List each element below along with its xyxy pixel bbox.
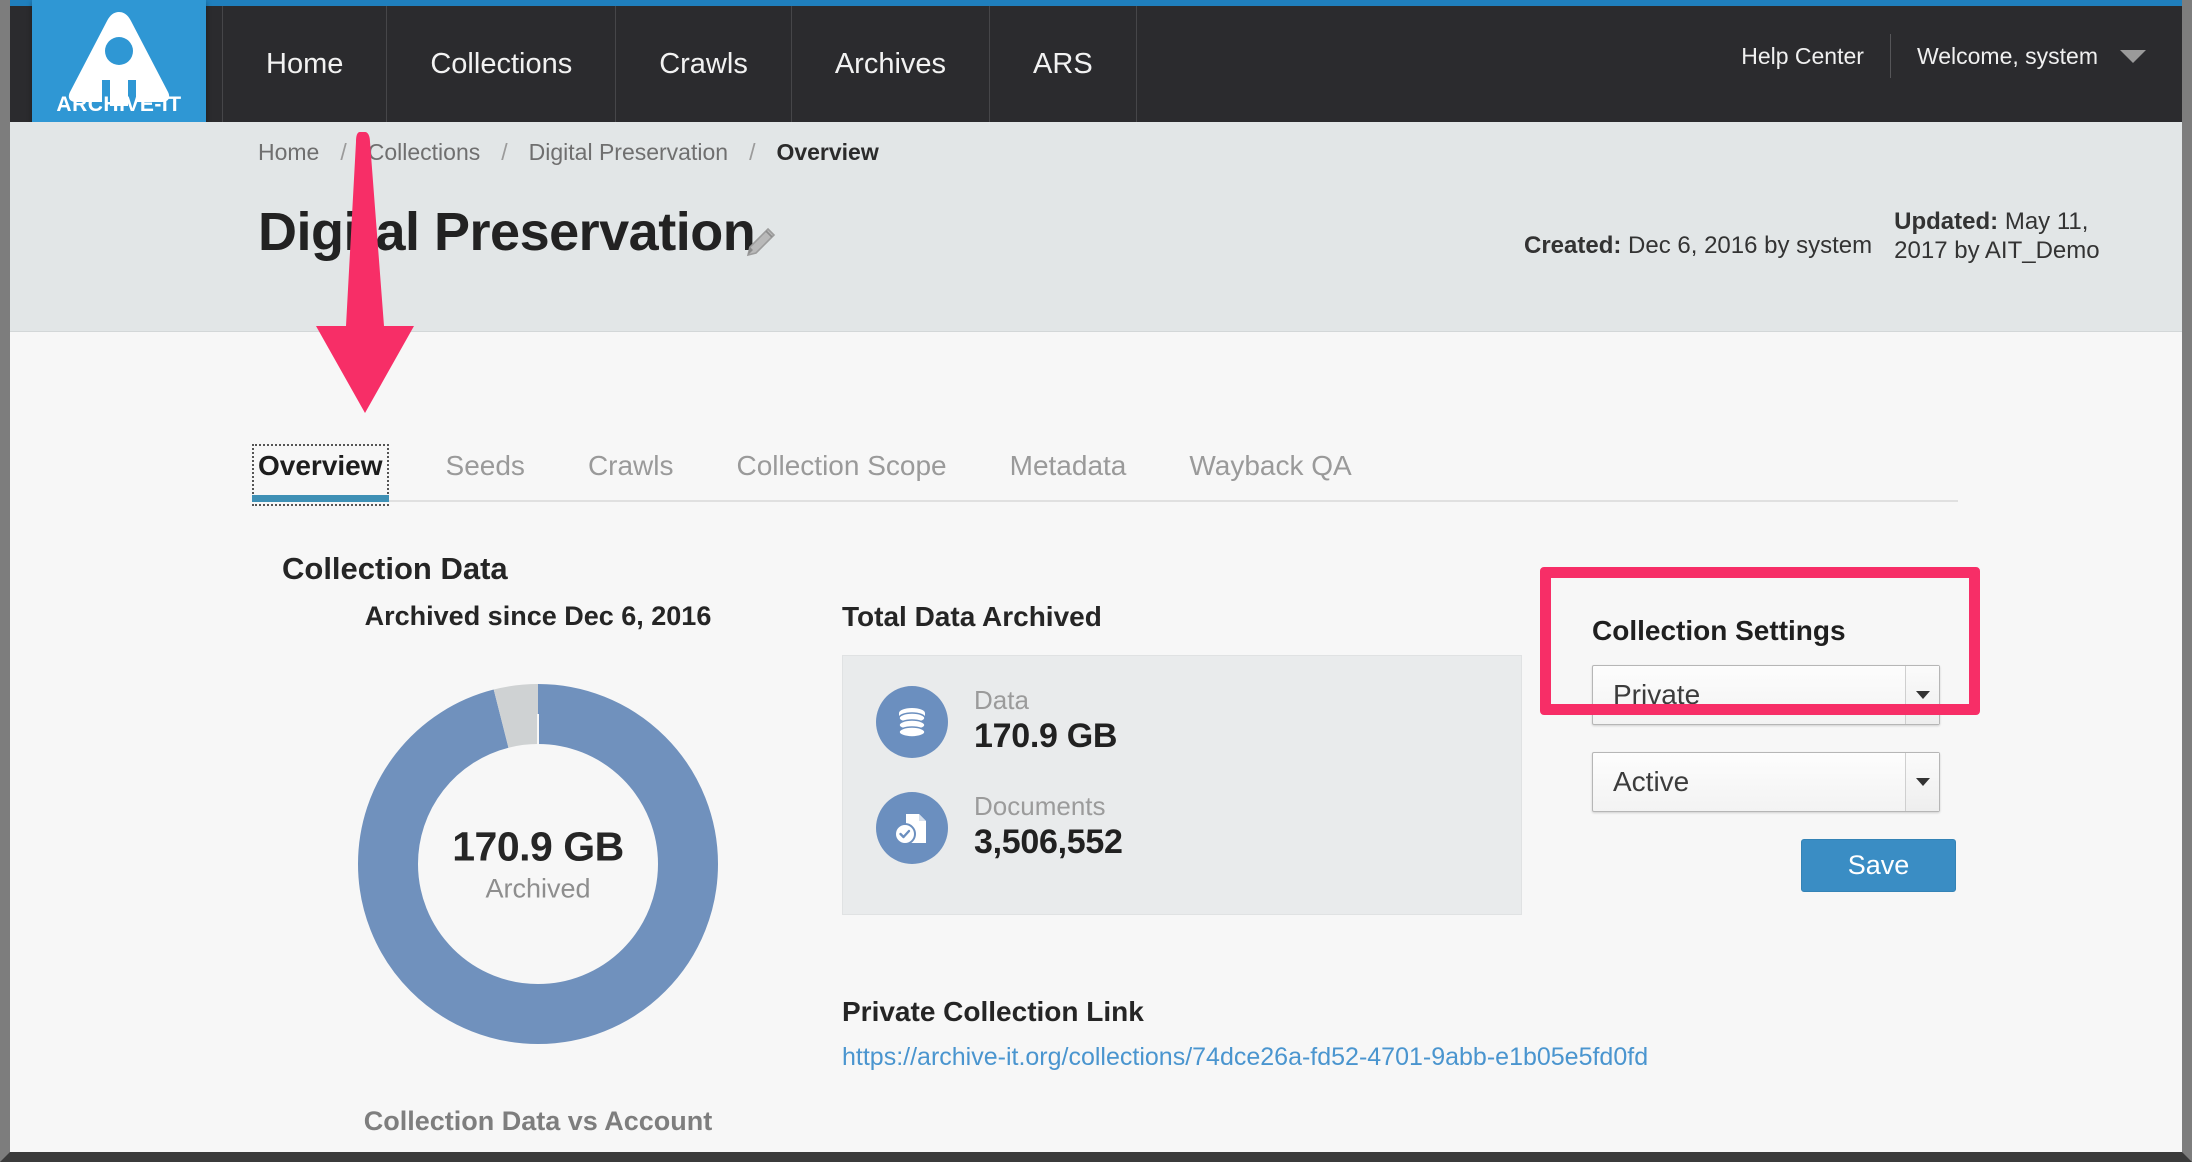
stat-text-data: Data 170.9 GB (974, 686, 1117, 757)
nav-item-home[interactable]: Home (222, 6, 387, 122)
nav-item-crawls[interactable]: Crawls (616, 6, 792, 122)
stat-label: Documents (974, 792, 1123, 821)
tab-metadata[interactable]: Metadata (1010, 450, 1127, 500)
tab-bar: Overview Seeds Crawls Collection Scope M… (258, 430, 1958, 502)
stat-row-documents: Documents 3,506,552 (876, 792, 1521, 864)
tab-overview[interactable]: Overview (258, 450, 383, 500)
total-data-archived-panel: Total Data Archived Data (842, 601, 1522, 915)
stat-label: Data (974, 686, 1117, 715)
updated-label: Updated: (1894, 208, 1998, 235)
browser-viewport: ARCHIVE-IT Home Collections Crawls Archi… (0, 0, 2192, 1162)
collection-metadata: Created: Dec 6, 2016 by system Updated: … (1524, 207, 2144, 266)
user-welcome-label[interactable]: Welcome, system (1891, 43, 2098, 70)
top-navigation-bar: ARCHIVE-IT Home Collections Crawls Archi… (10, 6, 2182, 122)
breadcrumb-item-overview: Overview (776, 139, 878, 166)
breadcrumb-separator: / (319, 139, 367, 166)
stat-text-documents: Documents 3,506,552 (974, 792, 1123, 863)
nav-right-cluster: Help Center Welcome, system (1741, 6, 2146, 106)
stat-value: 3,506,552 (974, 821, 1123, 864)
status-select[interactable]: Active (1592, 752, 1940, 812)
nav-item-archives[interactable]: Archives (792, 6, 990, 122)
breadcrumb-separator: / (728, 139, 776, 166)
tab-collection-scope[interactable]: Collection Scope (737, 450, 947, 500)
breadcrumb-item-digital-preservation[interactable]: Digital Preservation (529, 139, 728, 166)
donut-chart[interactable]: 170.9 GB Archived (328, 654, 748, 1074)
chevron-down-icon (1905, 666, 1939, 724)
collection-settings-panel: Collection Settings Private Active Save (1566, 601, 1956, 812)
section-title-collection-data: Collection Data (282, 551, 508, 587)
panel-title-private-collection-link: Private Collection Link (842, 996, 1144, 1028)
privacy-select-value: Private (1593, 679, 1700, 711)
private-collection-link[interactable]: https://archive-it.org/collections/74dce… (842, 1043, 1648, 1072)
tab-crawls[interactable]: Crawls (588, 450, 674, 500)
database-stack-icon (876, 686, 948, 758)
breadcrumb-item-home[interactable]: Home (258, 139, 319, 166)
nav-item-collections[interactable]: Collections (387, 6, 616, 122)
created-value: Dec 6, 2016 by system (1628, 232, 1872, 259)
page-title: Digital Preservation (258, 201, 755, 263)
panel-title-total-data: Total Data Archived (842, 601, 1522, 633)
created-info: Created: Dec 6, 2016 by system (1524, 207, 1872, 260)
save-button[interactable]: Save (1801, 839, 1956, 892)
document-clock-icon (876, 792, 948, 864)
stat-row-data: Data 170.9 GB (876, 686, 1521, 758)
pencil-icon[interactable] (743, 226, 777, 260)
breadcrumb-separator: / (480, 139, 528, 166)
chevron-down-icon[interactable] (2120, 50, 2146, 63)
chevron-down-icon (1905, 753, 1939, 811)
chart-title: Archived since Dec 6, 2016 (258, 601, 818, 632)
tab-seeds[interactable]: Seeds (446, 450, 525, 500)
archive-it-a-logo-icon (60, 6, 178, 106)
stat-value: 170.9 GB (974, 715, 1117, 758)
privacy-select[interactable]: Private (1592, 665, 1940, 725)
help-center-link[interactable]: Help Center (1741, 43, 1890, 70)
panel-title-collection-settings: Collection Settings (1566, 601, 1956, 647)
logo-wordmark: ARCHIVE-IT (32, 93, 206, 117)
tab-wayback-qa[interactable]: Wayback QA (1189, 450, 1351, 500)
nav-links: Home Collections Crawls Archives ARS (222, 6, 1137, 122)
updated-info: Updated: May 11, 2017 by AIT_Demo (1894, 207, 2144, 266)
main-content: Overview Seeds Crawls Collection Scope M… (10, 333, 2182, 1152)
breadcrumb-item-collections[interactable]: Collections (368, 139, 481, 166)
status-select-value: Active (1593, 766, 1689, 798)
stats-box: Data 170.9 GB Documents (842, 655, 1522, 915)
breadcrumb: Home / Collections / Digital Preservatio… (258, 139, 879, 166)
nav-item-ars[interactable]: ARS (990, 6, 1137, 122)
archive-it-logo[interactable]: ARCHIVE-IT (32, 0, 206, 128)
collection-data-chart-panel: Archived since Dec 6, 2016 170.9 GB Arch… (258, 601, 818, 1137)
donut-chart-svg (328, 654, 748, 1074)
page-subheader: Home / Collections / Digital Preservatio… (10, 122, 2182, 332)
chart-caption: Collection Data vs Account (258, 1106, 818, 1137)
created-label: Created: (1524, 232, 1621, 259)
